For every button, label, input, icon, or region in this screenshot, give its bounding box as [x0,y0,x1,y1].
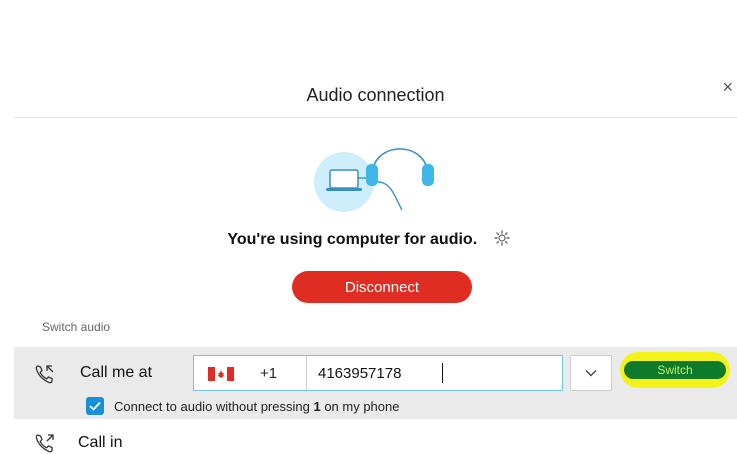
divider [306,356,307,390]
phone-outgoing-icon [35,434,54,453]
dialog-title: Audio connection [306,85,445,105]
call-me-label: Call me at [80,364,153,381]
switch-audio-heading: Switch audio [42,320,111,334]
country-code[interactable]: +1 [260,365,277,382]
audio-status-text: You're using computer for audio. [227,231,478,248]
phone-callback-icon [35,365,54,384]
auto-connect-option[interactable]: Connect to audio without pressing 1 on m… [86,397,399,415]
text-cursor [442,363,443,383]
call-in-label: Call in [78,434,123,451]
call-me-option[interactable]: Call me at +1 Switch [14,347,737,419]
canada-flag-icon[interactable] [208,367,234,381]
dialog-header: Audio connection × [14,76,737,118]
phone-number-input[interactable] [318,365,548,382]
laptop-headphones-icon [314,148,434,212]
switch-button[interactable]: Switch [624,361,726,379]
audio-connection-dialog: Audio connection × You're using computer… [0,0,737,454]
disconnect-button[interactable]: Disconnect [292,271,472,303]
chevron-down-icon [585,370,597,377]
close-button[interactable]: × [722,78,733,96]
call-in-option[interactable]: Call in [34,433,122,453]
checkmark-icon [89,401,101,411]
switch-button-highlight[interactable]: Switch [620,352,730,388]
close-icon: × [722,77,733,97]
phone-history-dropdown[interactable] [570,355,612,391]
auto-connect-label: Connect to audio without pressing 1 on m… [114,398,400,414]
auto-connect-checkbox[interactable] [86,397,104,415]
phone-number-group: +1 [193,355,563,391]
audio-status: You're using computer for audio. [0,230,737,249]
gear-icon[interactable] [493,230,510,246]
